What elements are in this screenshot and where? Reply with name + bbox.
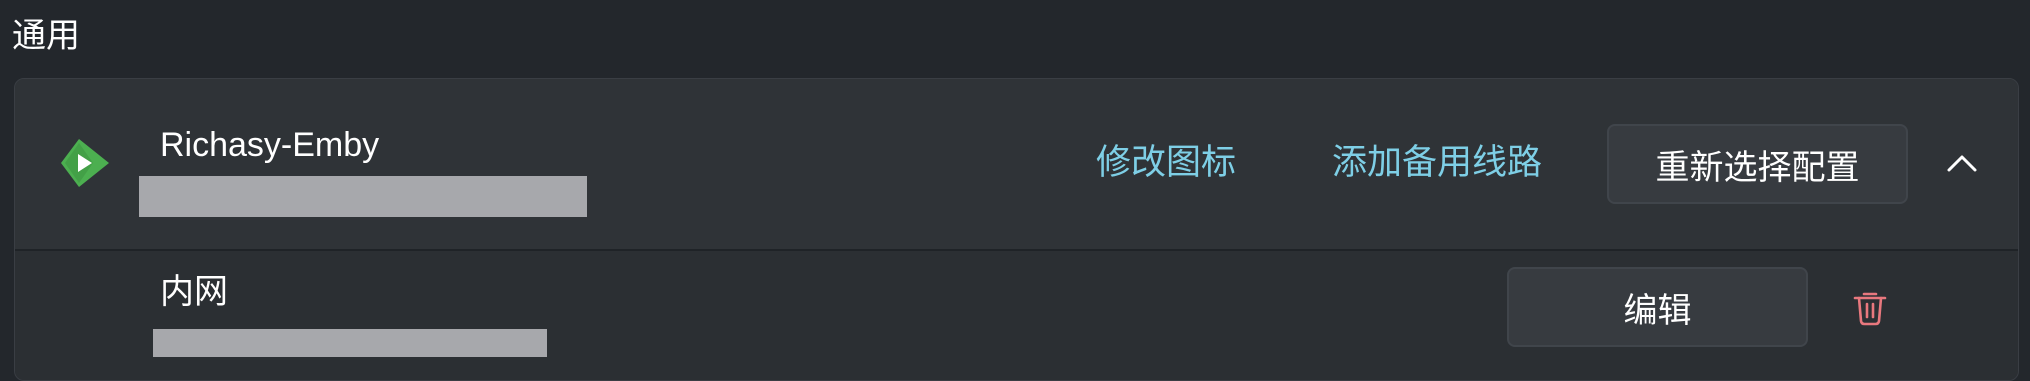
route-row[interactable]: 内网 编辑 (15, 251, 2018, 380)
change-icon-button[interactable]: 修改图标 (1096, 141, 1236, 185)
chevron-up-icon[interactable] (1941, 143, 1983, 185)
server-name: Richasy-Emby (160, 126, 380, 164)
route-name: 内网 (160, 273, 228, 311)
route-url-redacted (153, 329, 547, 357)
server-panel: Richasy-Emby 修改图标 添加备用线路 重新选择配置 内网 编辑 (14, 78, 2019, 381)
edit-route-button[interactable]: 编辑 (1507, 267, 1808, 347)
emby-logo-icon (61, 139, 109, 187)
server-row[interactable]: Richasy-Emby 修改图标 添加备用线路 重新选择配置 (15, 79, 2018, 251)
add-backup-route-button[interactable]: 添加备用线路 (1332, 141, 1542, 185)
trash-icon[interactable] (1849, 286, 1891, 328)
section-title: 通用 (12, 17, 80, 55)
server-url-redacted (139, 176, 587, 217)
reselect-config-label: 重新选择配置 (1655, 148, 1860, 187)
reselect-config-button[interactable]: 重新选择配置 (1607, 124, 1908, 204)
edit-route-label: 编辑 (1623, 291, 1692, 330)
